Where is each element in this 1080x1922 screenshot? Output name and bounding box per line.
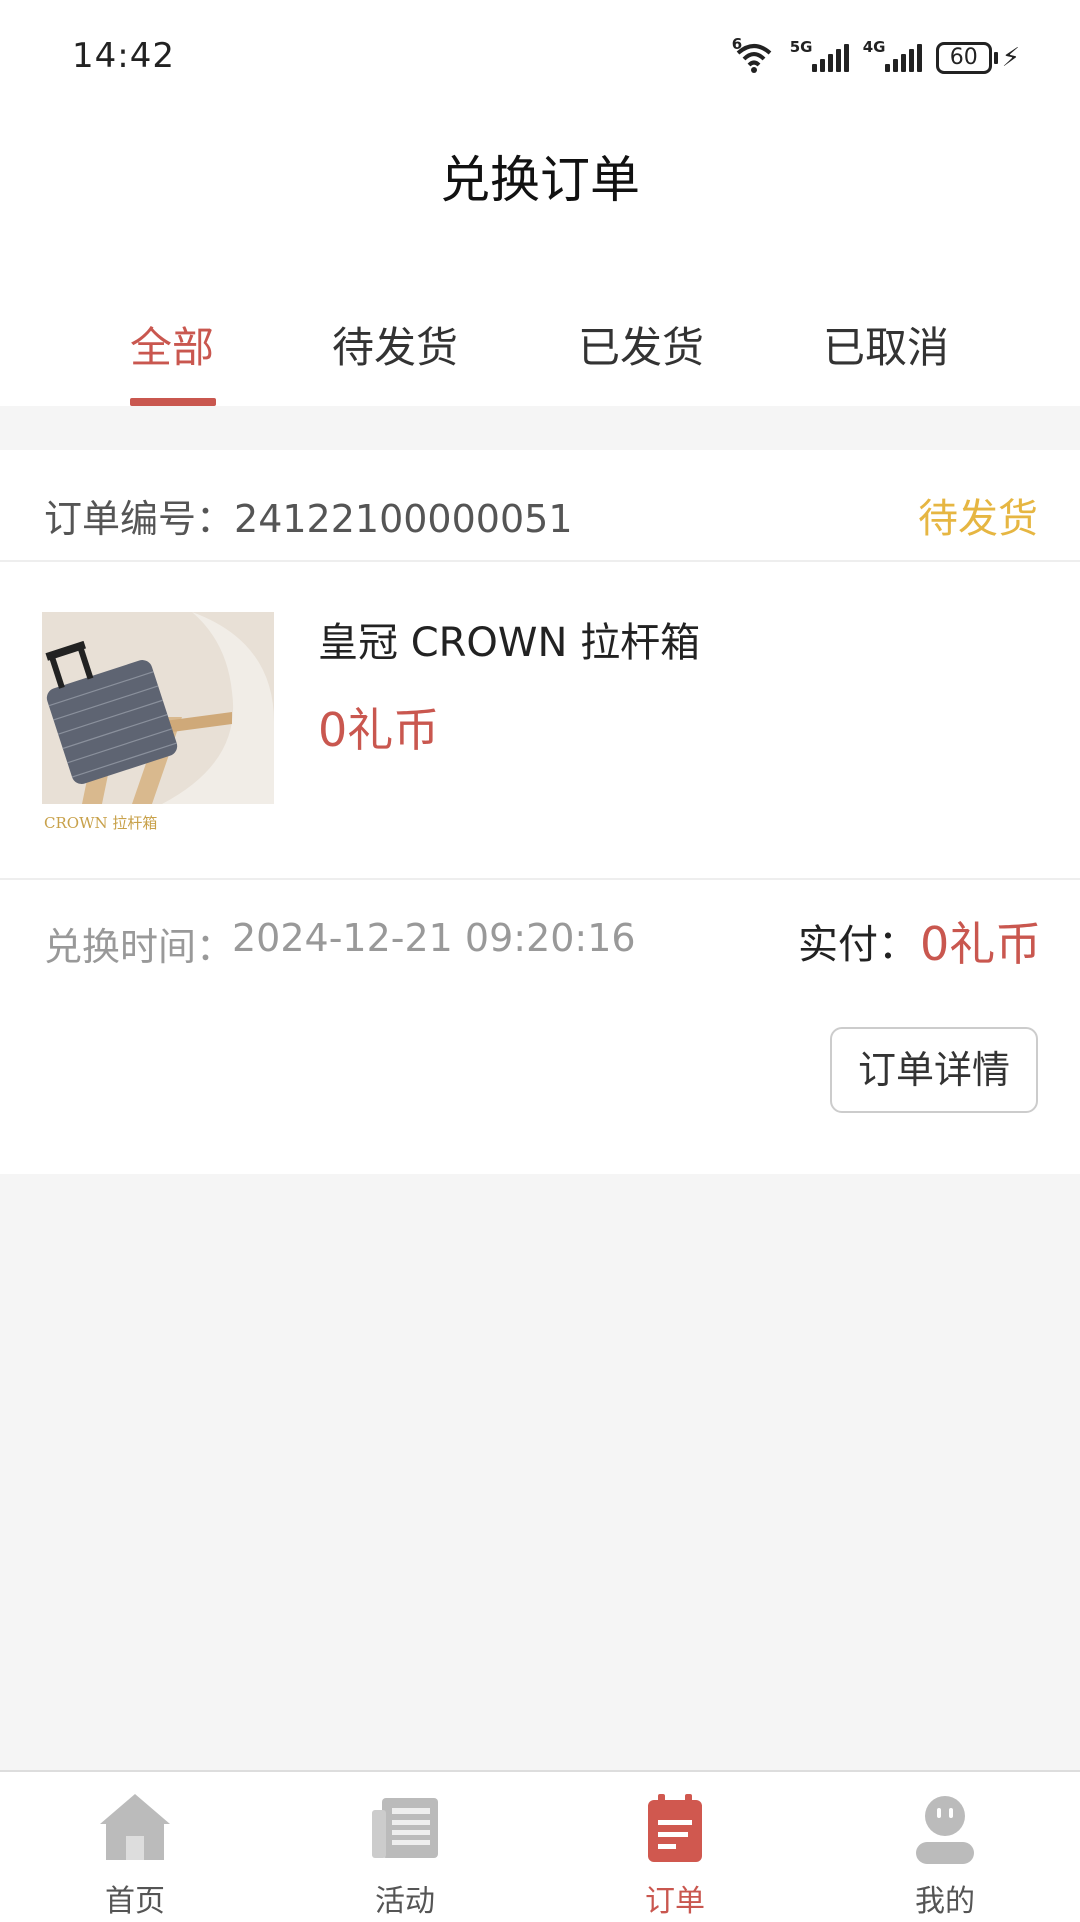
order-number: 订单编号：24122100000051 (44, 488, 573, 543)
product-price: 0礼币 (318, 703, 440, 757)
signal-5g-icon: 5G (790, 38, 849, 72)
status-time: 14:42 (72, 36, 175, 76)
nav-activity-label: 活动 (375, 1884, 435, 1919)
order-number-label: 订单编号： (44, 497, 235, 541)
profile-icon (908, 1792, 982, 1864)
order-icon (638, 1792, 712, 1864)
tab-pending[interactable]: 待发货 (332, 314, 458, 375)
order-card[interactable]: 订单编号：24122100000051 待发货 CROWN 拉杆箱 皇冠 CRO… (0, 450, 1080, 1174)
order-tabs: 全部 待发货 已发货 已取消 (0, 268, 1080, 406)
wifi-tag: 6 (731, 35, 743, 53)
exchange-time-value: 2024-12-21 09:20:16 (232, 916, 636, 960)
bottom-nav: 首页 活动 订单 我的 (0, 1770, 1080, 1922)
order-status-badge: 待发货 (918, 496, 1038, 542)
wifi-icon: 6 (732, 35, 776, 75)
product-name: 皇冠 CROWN 拉杆箱 (318, 620, 701, 666)
nav-mine-label: 我的 (915, 1884, 975, 1919)
nav-activity[interactable]: 活动 (270, 1772, 540, 1922)
signal-4g-icon: 4G (863, 38, 922, 72)
header: 兑换订单 (0, 118, 1080, 268)
status-bar: 14:42 6 5G 4G 60 ⚡ (0, 0, 1080, 118)
order-detail-button[interactable]: 订单详情 (830, 1027, 1038, 1113)
tab-all[interactable]: 全部 (130, 314, 214, 375)
tab-shipped[interactable]: 已发货 (578, 314, 704, 375)
home-icon (98, 1792, 172, 1864)
news-icon (368, 1792, 442, 1864)
paid-label: 实付： (798, 922, 918, 968)
charging-icon: ⚡ (1001, 43, 1020, 73)
paid-value: 0礼币 (920, 917, 1042, 971)
nav-home-label: 首页 (105, 1884, 165, 1919)
nav-order[interactable]: 订单 (540, 1772, 810, 1922)
nav-home[interactable]: 首页 (0, 1772, 270, 1922)
tab-cancelled[interactable]: 已取消 (823, 314, 949, 375)
nav-mine[interactable]: 我的 (810, 1772, 1080, 1922)
divider (0, 560, 1080, 562)
status-icons: 6 5G 4G 60 ⚡ (732, 35, 1020, 76)
battery-icon: 60 ⚡ (935, 42, 1020, 74)
exchange-time-label: 兑换时间： (44, 925, 235, 969)
battery-level: 60 (935, 42, 992, 74)
order-number-value: 24122100000051 (234, 497, 573, 541)
active-tab-indicator (130, 398, 216, 406)
divider (0, 878, 1080, 880)
nav-order-label: 订单 (645, 1884, 705, 1919)
thumbnail-caption: CROWN 拉杆箱 (44, 814, 157, 832)
product-thumbnail[interactable]: CROWN 拉杆箱 (42, 612, 274, 834)
page-title: 兑换订单 (440, 151, 640, 209)
